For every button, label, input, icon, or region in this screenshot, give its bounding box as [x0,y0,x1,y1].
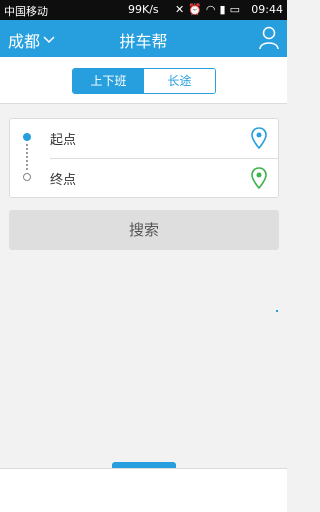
signal-icon: ▮ [219,3,226,16]
bottom-panel [0,468,287,512]
mute-icon: ✕ [175,3,185,16]
status-icons: ✕ ⏰ ◠ ▮ ▭ [175,3,240,17]
battery-icon: ▭ [229,3,240,16]
start-point-field[interactable]: 起点 [10,119,280,158]
end-location-pin-icon[interactable] [251,167,267,189]
tab-long-distance[interactable]: 长途 [144,69,215,93]
wifi-icon: ◠ [205,3,216,16]
mode-bar: 上下班 长途 [0,57,287,104]
start-point-label: 起点 [50,133,77,148]
indicator-dot [276,310,278,312]
status-bar: 中国移动 99K/s ✕ ⏰ ◠ ▮ ▭ 09:44 [0,0,287,20]
route-card: 起点 终点 [9,118,279,198]
mode-switch: 上下班 长途 [72,68,216,94]
clock: 09:44 [251,3,283,16]
user-icon[interactable] [259,26,279,50]
search-button[interactable]: 搜索 [9,210,279,250]
app-header: 成都 拼车帮 [0,20,287,57]
carrier-name: 中国移动 [4,5,48,18]
alarm-icon: ⏰ [188,3,202,16]
end-point-label: 终点 [50,173,77,188]
page-title: 拼车帮 [119,32,168,51]
network-speed: 99K/s [128,3,159,16]
tab-commute[interactable]: 上下班 [73,69,144,93]
start-location-pin-icon[interactable] [251,127,267,149]
end-point-field[interactable]: 终点 [10,159,280,198]
